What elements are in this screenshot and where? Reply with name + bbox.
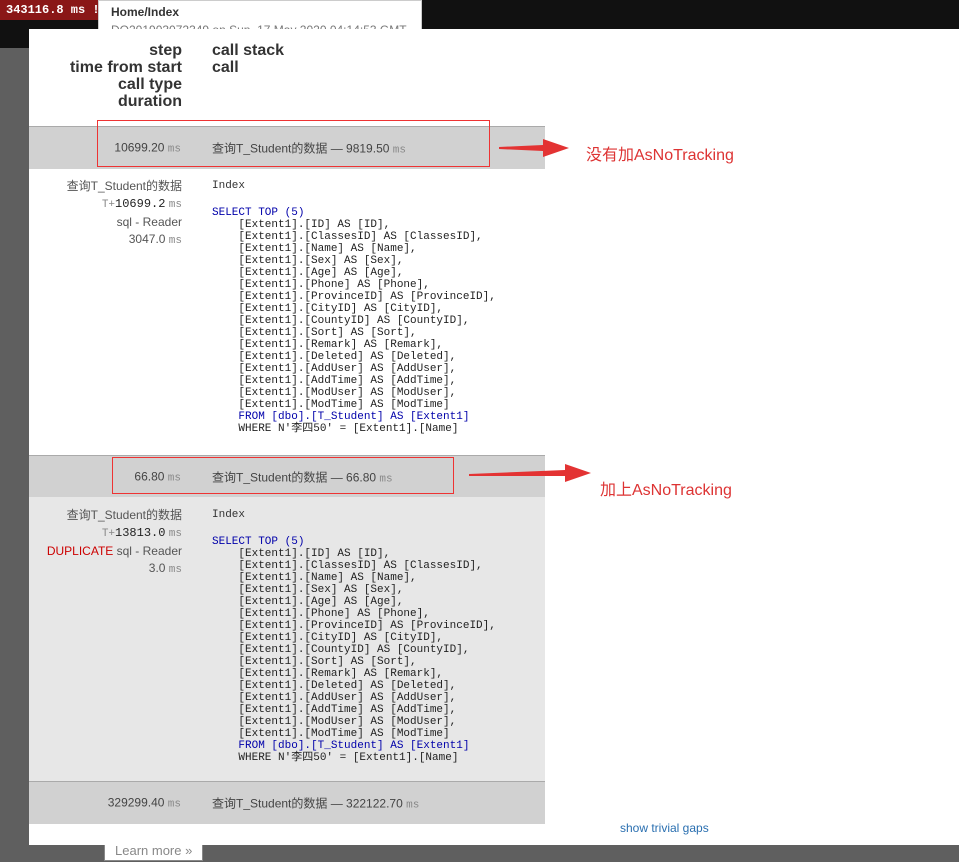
highlight-box [112,457,454,494]
sql-line: [Extent1].[Remark] AS [Remark], [238,339,444,351]
call-time-from-start: T+13813.0 ms [101,526,182,540]
sql-select: SELECT TOP (5) [212,536,305,548]
sql-line: [Extent1].[ClassesID] AS [ClassesID], [238,231,483,243]
sql-line: [Extent1].[AddUser] AS [AddUser], [238,692,457,704]
sql-line: [Extent1].[CountyID] AS [CountyID], [238,315,470,327]
step-row[interactable]: 329299.40 ms 查询T_Student的数据 — 322122.70 … [29,781,545,824]
column-header-left: step time from start call type duration [29,42,182,110]
call-type: sql - Reader [116,215,182,229]
sql-line: [Extent1].[Name] AS [Name], [238,243,417,255]
column-header-right: call stack call [212,42,284,76]
sql-code-block: Index SELECT TOP (5) [Extent1].[ID] AS [I… [212,180,496,435]
sql-line: [Extent1].[ModTime] AS [ModTime] [238,399,450,411]
sql-line: [Extent1].[AddTime] AS [AddTime], [238,704,457,716]
sql-call-detail: 查询T_Student的数据 T+10699.2 ms sql - Reader… [29,168,545,455]
sql-line: [Extent1].[Deleted] AS [Deleted], [238,351,457,363]
sql-select: SELECT TOP (5) [212,207,305,219]
sql-line: [Extent1].[Sort] AS [Sort], [238,656,417,668]
show-trivial-gaps-link[interactable]: show trivial gaps [620,821,709,835]
sql-line: [Extent1].[Name] AS [Name], [238,572,417,584]
sql-from: FROM [dbo].[T_Student] AS [Extent1] [212,740,470,752]
call-meta: 查询T_Student的数据 T+10699.2 ms sql - Reader… [29,178,182,250]
step-label: 查询T_Student的数据 — 322122.70 ms [212,796,420,812]
sql-line: [Extent1].[Sort] AS [Sort], [238,327,417,339]
call-time-from-start: T+10699.2 ms [101,197,182,211]
sql-line: [Extent1].[ModTime] AS [ModTime] [238,728,450,740]
sql-line: [Extent1].[AddUser] AS [AddUser], [238,363,457,375]
sql-where: WHERE N'李四50' = [Extent1].[Name] [212,423,459,435]
sql-line: [Extent1].[CountyID] AS [CountyID], [238,644,470,656]
sql-line: [Extent1].[Phone] AS [Phone], [238,608,430,620]
arrow-icon [469,464,591,482]
sql-line: [Extent1].[ProvinceID] AS [ProvinceID], [238,620,496,632]
profiler-queries-modal: step time from start call type duration … [29,29,959,845]
sql-line: [Extent1].[Age] AS [Age], [238,267,404,279]
sql-line: [Extent1].[ProvinceID] AS [ProvinceID], [238,291,496,303]
call-step-name: 查询T_Student的数据 [66,179,182,193]
sql-columns: [Extent1].[ID] AS [ID], [Extent1].[Class… [212,548,496,740]
step-duration: 329299.40 ms [107,795,181,811]
sql-from: FROM [dbo].[T_Student] AS [Extent1] [212,411,470,423]
sql-line: [Extent1].[Sex] AS [Sex], [238,255,404,267]
call-meta: 查询T_Student的数据 T+13813.0 ms DUPLICATE sq… [29,507,182,579]
sql-where: WHERE N'李四50' = [Extent1].[Name] [212,752,459,764]
highlight-box [97,120,490,167]
header-time-from-start: time from start [69,59,182,76]
sql-line: [Extent1].[ClassesID] AS [ClassesID], [238,560,483,572]
sql-code-block: Index SELECT TOP (5) [Extent1].[ID] AS [I… [212,509,496,764]
call-type: DUPLICATE sql - Reader [46,544,182,558]
duplicate-badge: DUPLICATE [46,544,114,558]
profiler-timing-badge[interactable]: 343116.8 ms ! [0,0,106,20]
header-duration: duration [118,93,182,110]
sql-line: [Extent1].[ID] AS [ID], [238,548,391,560]
annotation-no-asnotracking: 没有加AsNoTracking [586,147,734,164]
sql-call-detail: 查询T_Student的数据 T+13813.0 ms DUPLICATE sq… [29,497,545,781]
sql-line: [Extent1].[ModUser] AS [ModUser], [238,387,457,399]
call-duration: 3.0 ms [148,561,182,576]
sql-line: [Extent1].[ModUser] AS [ModUser], [238,716,457,728]
call-step-name: 查询T_Student的数据 [66,508,182,522]
header-call-stack: call stack [212,42,285,59]
route-name: Home/Index [111,5,180,19]
call-stack: Index [212,509,246,521]
call-duration: 3047.0 ms [128,232,182,247]
call-stack: Index [212,180,246,192]
sql-columns: [Extent1].[ID] AS [ID], [Extent1].[Class… [212,219,496,411]
sql-line: [Extent1].[CityID] AS [CityID], [238,303,444,315]
header-call-type: call type [117,76,182,93]
sql-line: [Extent1].[ID] AS [ID], [238,219,391,231]
sql-line: [Extent1].[Phone] AS [Phone], [238,279,430,291]
sql-line: [Extent1].[Remark] AS [Remark], [238,668,444,680]
sql-line: [Extent1].[Age] AS [Age], [238,596,404,608]
sql-line: [Extent1].[Sex] AS [Sex], [238,584,404,596]
header-call: call [212,59,239,76]
profiler-route-popup: Home/Index DO201903072349 on Sun, 17 May… [98,0,422,32]
header-step: step [149,42,182,59]
annotation-asnotracking: 加上AsNoTracking [600,482,732,499]
sql-line: [Extent1].[AddTime] AS [AddTime], [238,375,457,387]
arrow-icon [499,139,569,157]
sql-line: [Extent1].[Deleted] AS [Deleted], [238,680,457,692]
sql-line: [Extent1].[CityID] AS [CityID], [238,632,444,644]
